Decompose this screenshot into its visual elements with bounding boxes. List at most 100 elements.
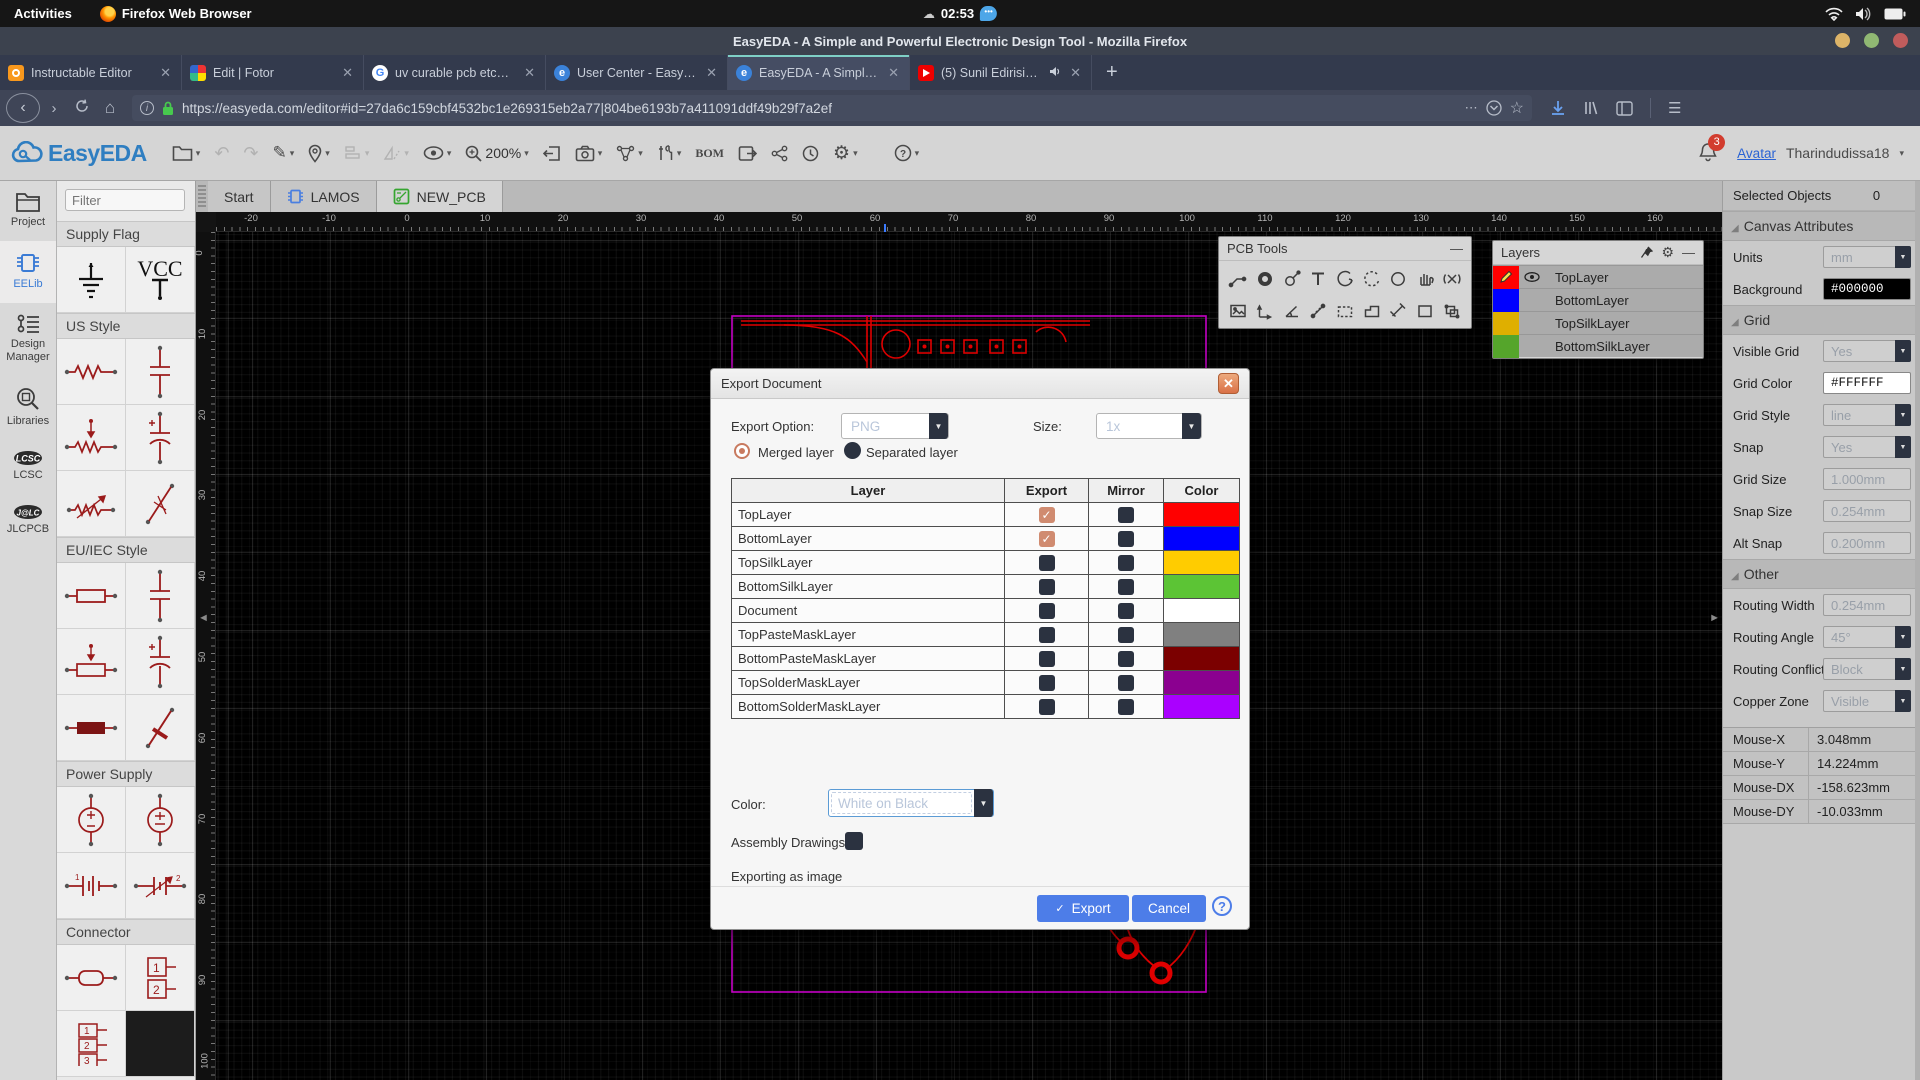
browser-tab-1[interactable]: Edit | Fotor ✕ [182, 55, 364, 90]
history-button[interactable] [795, 145, 826, 162]
new-tab-button[interactable]: + [1092, 58, 1132, 87]
doc-tab-new-pcb[interactable]: NEW_PCB [376, 181, 503, 212]
dock-drag-handle[interactable] [198, 185, 206, 208]
layer-visibility-eye-icon[interactable] [1519, 270, 1545, 285]
attr-input[interactable]: 0.200mm [1823, 532, 1911, 554]
layer-color-cell[interactable] [1163, 574, 1240, 599]
layer-color-cell[interactable] [1163, 598, 1240, 623]
undo-button[interactable]: ↶ [207, 143, 236, 164]
layer-color-cell[interactable] [1163, 622, 1240, 647]
bookmark-star-icon[interactable]: ☆ [1510, 98, 1524, 118]
rect-tool[interactable] [1412, 296, 1439, 326]
file-menu-button[interactable]: ▾ [165, 144, 208, 162]
view-button[interactable]: ▾ [416, 146, 459, 160]
help-menu-button[interactable]: ? ▾ [887, 144, 927, 162]
attr-select[interactable]: Yes ▼ [1823, 436, 1911, 458]
group-tool[interactable] [1438, 296, 1465, 326]
mirror-checkbox[interactable] [1118, 578, 1134, 595]
browser-tab-2[interactable]: Guv curable pcb etching m ✕ [364, 55, 546, 90]
dialog-help-button[interactable]: ? [1212, 896, 1232, 916]
library-icon[interactable] [1583, 100, 1599, 116]
menu-hamburger-icon[interactable]: ☰ [1668, 99, 1681, 117]
align-button[interactable]: ▾ [337, 145, 377, 161]
component-polarized-cap-eu[interactable] [126, 629, 195, 695]
share-button[interactable] [764, 145, 795, 162]
sidebar-item-libraries[interactable]: Libraries [0, 376, 56, 440]
component-battery-1[interactable]: 1 [57, 853, 126, 919]
layer-row-TopLayer[interactable]: TopLayer [1493, 265, 1703, 289]
component-resistor-us[interactable] [57, 339, 126, 405]
attr-select[interactable]: line ▼ [1823, 404, 1911, 426]
text-tool[interactable] [1305, 264, 1332, 294]
attr-select[interactable]: mm ▼ [1823, 246, 1911, 268]
component-gnd[interactable] [57, 247, 126, 313]
angle-tool[interactable] [1278, 296, 1305, 326]
merged-layer-radio[interactable] [734, 443, 750, 459]
separated-layer-radio[interactable] [844, 442, 861, 459]
browser-tab-0[interactable]: Instructable Editor ✕ [0, 55, 182, 90]
export-checkbox[interactable] [1038, 602, 1055, 619]
component-capacitor-us[interactable] [126, 339, 195, 405]
clock-area[interactable]: ☁ 02:53 ••• [923, 6, 998, 21]
layer-color-cell[interactable] [1163, 526, 1240, 551]
length-tool[interactable] [1385, 296, 1412, 326]
avatar-link[interactable]: Avatar [1737, 146, 1776, 161]
component-battery-2[interactable]: 2 [126, 853, 195, 919]
attr-input[interactable]: 1.000mm [1823, 468, 1911, 490]
arc-tool[interactable] [1332, 264, 1359, 294]
attr-select[interactable]: Yes ▼ [1823, 340, 1911, 362]
edit-tools-button[interactable]: ✎ ▾ [266, 143, 302, 163]
mirror-checkbox[interactable] [1118, 602, 1134, 619]
browser-tab-3[interactable]: e User Center - EasyEDA ✕ [546, 55, 728, 90]
collapse-left-icon[interactable]: ◄ [198, 612, 209, 624]
mirror-checkbox[interactable] [1118, 506, 1134, 523]
activities-button[interactable]: Activities [0, 6, 86, 21]
sidebar-item-eelib[interactable]: EELib [0, 241, 56, 303]
track-tool[interactable] [1225, 264, 1252, 294]
panel-scrollbar[interactable] [1915, 181, 1920, 1080]
mirror-checkbox[interactable] [1118, 554, 1134, 571]
tab-close-icon[interactable]: ✕ [1068, 65, 1083, 81]
layer-color-swatch[interactable] [1493, 311, 1519, 335]
browser-tab-4[interactable]: e EasyEDA - A Simple and P ✕ [728, 55, 910, 90]
dimension-tool[interactable] [1252, 296, 1279, 326]
solid-region-tool[interactable] [1332, 296, 1359, 326]
settings-button[interactable]: ⚙ ▾ [826, 142, 865, 165]
layer-color-cell[interactable] [1163, 694, 1240, 719]
circle-tool[interactable] [1385, 264, 1412, 294]
attr-select[interactable]: 45° ▼ [1823, 626, 1911, 648]
browser-tab-5[interactable]: (5) Sunil Edirisinghe -" ✕ [910, 55, 1092, 90]
drag-tool[interactable] [1412, 264, 1439, 294]
attr-select[interactable]: Visible ▼ [1823, 690, 1911, 712]
component-diode-eu[interactable] [126, 695, 195, 761]
reload-button[interactable] [68, 99, 96, 117]
layer-color-cell[interactable] [1163, 646, 1240, 671]
layers-header[interactable]: Layers ⚙ — [1493, 241, 1703, 265]
component-diode-us[interactable] [126, 471, 195, 537]
component-potentiometer-eu[interactable] [57, 629, 126, 695]
export-checkbox[interactable] [1038, 530, 1055, 547]
sidebar-item-lcsc[interactable]: LCSC LCSC [0, 440, 56, 494]
sidebar-icon[interactable] [1616, 100, 1633, 116]
export-document-button[interactable] [731, 145, 764, 162]
lock-icon[interactable] [162, 101, 174, 116]
back-button[interactable]: ‹ [6, 93, 40, 123]
export-checkbox[interactable] [1038, 650, 1055, 667]
bom-button[interactable]: BOM [688, 146, 731, 161]
export-checkbox[interactable] [1038, 626, 1055, 643]
attr-input[interactable]: 0.254mm [1823, 500, 1911, 522]
layer-row-BottomLayer[interactable]: BottomLayer [1493, 288, 1703, 312]
tab-close-icon[interactable]: ✕ [522, 65, 537, 81]
minimize-panel-icon[interactable]: — [1450, 241, 1463, 256]
component-pin-header-3[interactable]: 1 2 3 [57, 1011, 126, 1077]
export-button[interactable]: ✓ Export [1037, 895, 1129, 922]
easyeda-logo[interactable]: EasyEDA [0, 140, 165, 167]
layers-settings-icon[interactable]: ⚙ [1661, 244, 1674, 261]
component-partial-dark[interactable] [126, 1011, 195, 1077]
close-window-button[interactable] [1893, 33, 1908, 48]
section-other[interactable]: ◢ Other [1723, 559, 1920, 589]
color-select[interactable]: White on Black ▼ [828, 789, 994, 817]
export-checkbox[interactable] [1038, 674, 1055, 691]
pin-icon[interactable] [1640, 246, 1654, 259]
sidebar-item-project[interactable]: Project [0, 181, 56, 241]
